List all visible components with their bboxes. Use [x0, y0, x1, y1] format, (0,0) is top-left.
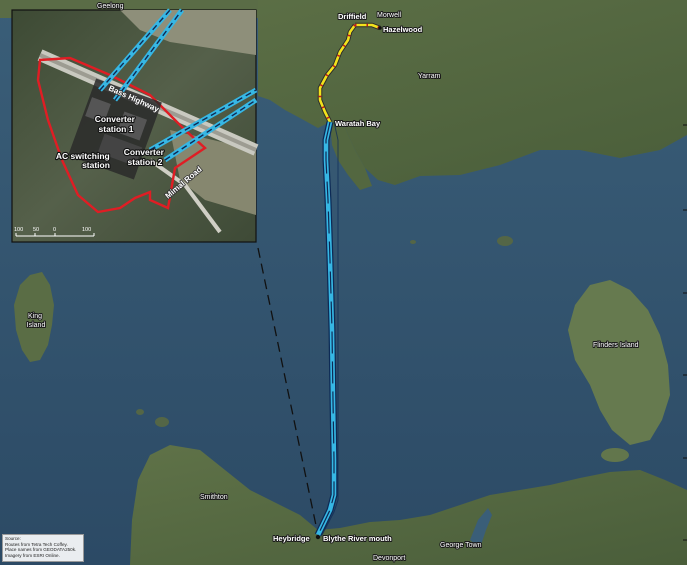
morwell-marker — [378, 26, 382, 30]
converter-station-1-label: Converter station 1 — [95, 114, 138, 134]
strait-island — [497, 236, 513, 246]
place-label-hazelwood: Hazelwood — [383, 25, 423, 34]
place-label-driffield: Driffield — [338, 12, 367, 21]
place-label-geelong: Geelong — [97, 3, 124, 10]
map-view[interactable]: Bass Highway Mimal Road Converter statio… — [0, 0, 687, 565]
source-line: Imagery from ESRI Online. — [5, 552, 60, 558]
converter-station-2-label: Converter station 2 — [124, 147, 167, 167]
source-line: Place names from GEODATA250k. — [5, 547, 77, 553]
strait-island — [136, 409, 144, 415]
place-label-yarram: Yarram — [418, 73, 441, 80]
scale-tick-label: 100 — [14, 227, 23, 233]
place-label-devonport: Devonport — [373, 555, 405, 562]
place-label-smithton: Smithton — [200, 494, 228, 501]
scale-tick-label: 50 — [33, 227, 39, 233]
source-notes: Source: Routes from Tetra Tech Coffey. P… — [2, 534, 84, 562]
map-canvas[interactable]: Bass Highway Mimal Road Converter statio… — [0, 0, 687, 565]
heybridge-marker — [315, 534, 321, 540]
place-label-george-town: George Town — [440, 542, 482, 549]
flinders-small-island — [601, 448, 629, 462]
scale-tick-label: 0 — [53, 227, 56, 233]
place-label-morwell: Morwell — [377, 12, 402, 19]
place-label-heybridge: Heybridge — [273, 534, 310, 543]
place-label-blythe-river-mouth: Blythe River mouth — [323, 534, 392, 543]
inset-map: Bass Highway Mimal Road Converter statio… — [11, 8, 259, 243]
place-label-flinders-island: Flinders Island — [593, 342, 639, 349]
place-label-waratah-bay: Waratah Bay — [335, 119, 381, 128]
strait-island — [155, 417, 169, 427]
strait-island — [410, 240, 416, 244]
scale-tick-label: 100 — [82, 227, 91, 233]
